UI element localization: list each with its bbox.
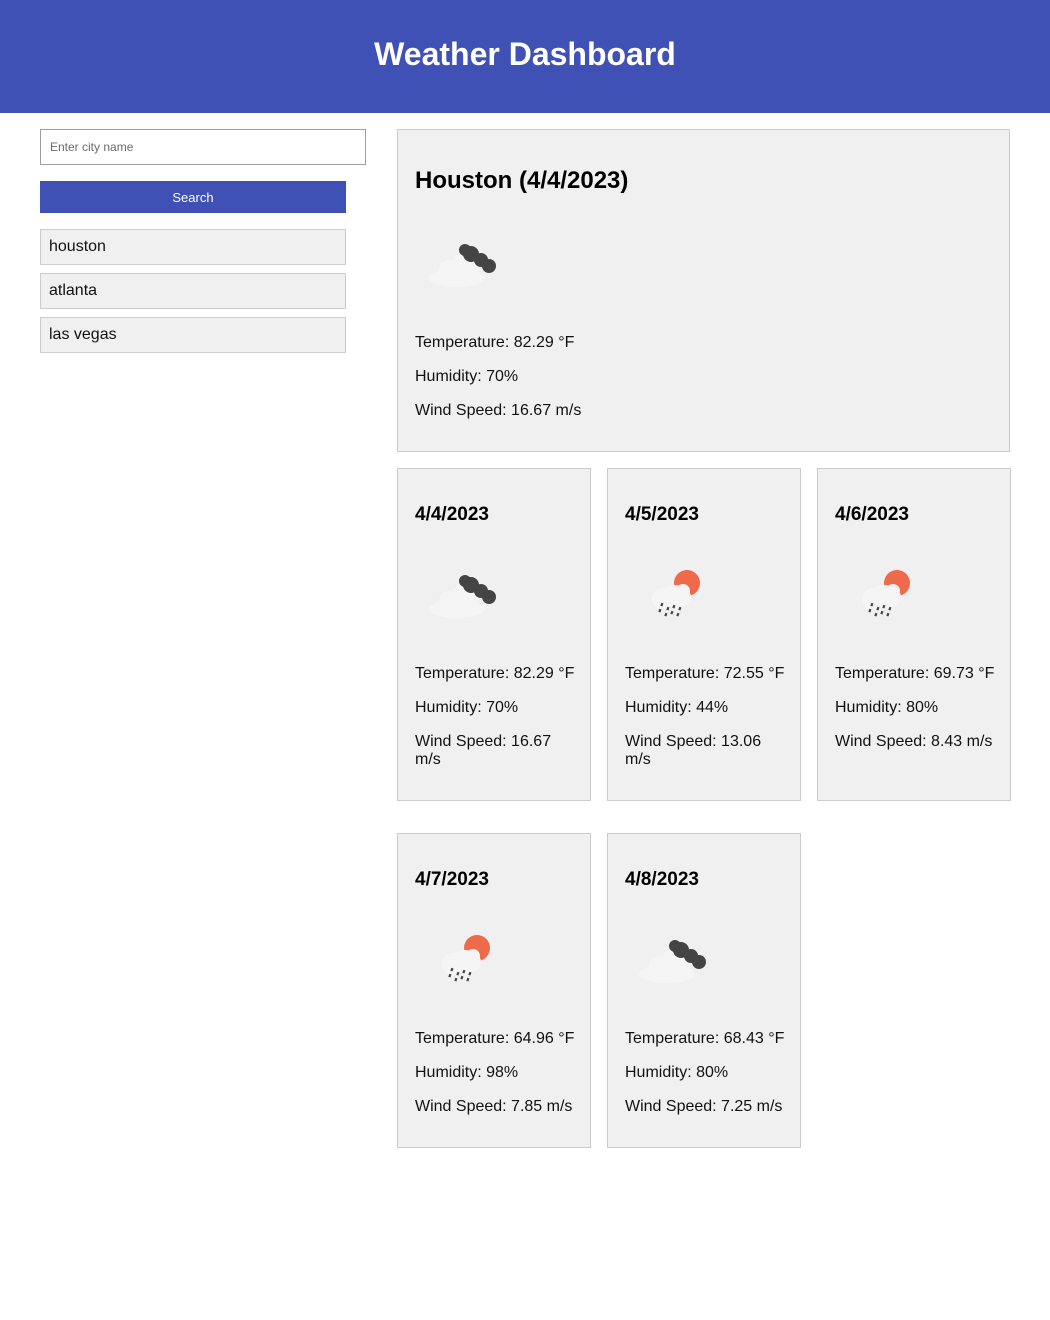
search-button[interactable]: Search <box>40 181 346 213</box>
forecast-date: 4/4/2023 <box>415 504 489 525</box>
forecast-date: 4/5/2023 <box>625 504 699 525</box>
forecast-humidity: Humidity: 80% <box>625 1064 729 1081</box>
sun-rain-icon <box>847 569 919 621</box>
forecast-temperature: Temperature: 82.29 °F <box>415 665 575 682</box>
forecast-card: 4/6/2023 Temperature: 69.73 °F Humidity:… <box>817 468 1011 801</box>
forecast-date: 4/7/2023 <box>415 869 489 890</box>
forecast-temperature: Temperature: 68.43 °F <box>625 1030 785 1047</box>
history-item-houston[interactable]: houston <box>40 229 346 265</box>
forecast-card: 4/5/2023 Temperature: 72.55 °F Humidity:… <box>607 468 801 801</box>
forecast-humidity: Humidity: 80% <box>835 699 939 716</box>
forecast-date: 4/8/2023 <box>625 869 699 890</box>
forecast-wind-speed: Wind Speed: 7.85 m/s <box>415 1098 573 1115</box>
page-title: Weather Dashboard <box>374 36 676 72</box>
forecast-wind-speed: Wind Speed: 8.43 m/s <box>835 733 993 750</box>
app-header: Weather Dashboard <box>0 0 1050 113</box>
forecast-humidity: Humidity: 70% <box>415 699 519 716</box>
forecast-humidity: Humidity: 44% <box>625 699 729 716</box>
forecast-temperature: Temperature: 69.73 °F <box>835 665 995 682</box>
current-temperature: Temperature: 82.29 °F <box>415 334 575 351</box>
forecast-card: 4/8/2023 Temperature: 68.43 °F Humidity:… <box>607 833 801 1148</box>
history-item-las-vegas[interactable]: las vegas <box>40 317 346 353</box>
current-wind-speed: Wind Speed: 16.67 m/s <box>415 402 582 419</box>
forecast-wind-speed: Wind Speed: 13.06 m/s <box>625 733 762 768</box>
cloudy-night-icon <box>427 238 499 290</box>
forecast-temperature: Temperature: 64.96 °F <box>415 1030 575 1047</box>
forecast-card: 4/4/2023 Temperature: 82.29 °F Humidity:… <box>397 468 591 801</box>
current-weather-panel: Houston (4/4/2023) Temperature: 82.29 °F… <box>397 129 1010 452</box>
forecast-wind-speed: Wind Speed: 7.25 m/s <box>625 1098 783 1115</box>
current-city-title: Houston (4/4/2023) <box>415 167 629 194</box>
forecast-wind-speed: Wind Speed: 16.67 m/s <box>415 733 552 768</box>
forecast-temperature: Temperature: 72.55 °F <box>625 665 785 682</box>
forecast-humidity: Humidity: 98% <box>415 1064 519 1081</box>
forecast-date: 4/6/2023 <box>835 504 909 525</box>
forecast-card: 4/7/2023 Temperature: 64.96 °F Humidity:… <box>397 833 591 1148</box>
sun-rain-icon <box>427 934 499 986</box>
current-humidity: Humidity: 70% <box>415 368 519 385</box>
history-item-atlanta[interactable]: atlanta <box>40 273 346 309</box>
cloudy-night-icon <box>427 569 499 621</box>
search-input[interactable] <box>40 129 366 165</box>
sun-rain-icon <box>637 569 709 621</box>
search-history: houston atlanta las vegas <box>40 229 346 361</box>
cloudy-night-icon <box>637 934 709 986</box>
